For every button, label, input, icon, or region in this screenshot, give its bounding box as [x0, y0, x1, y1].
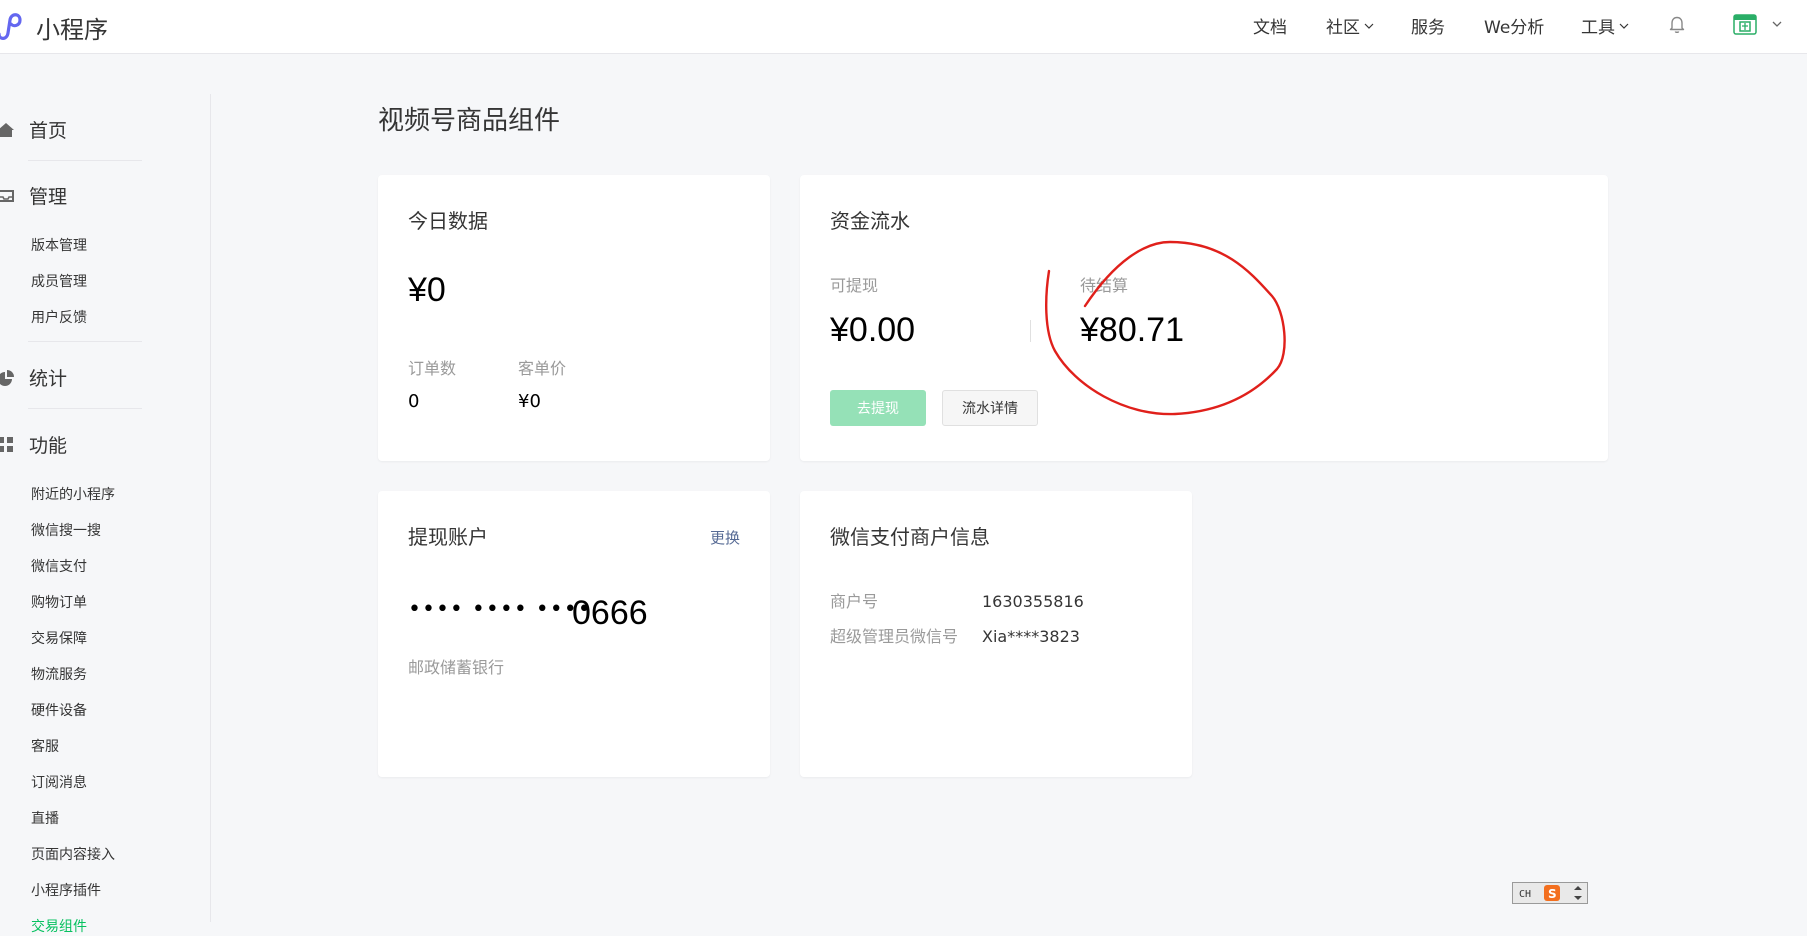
nav-tools-label: 工具 — [1581, 18, 1615, 38]
sidebar-item-wechat-pay[interactable]: 微信支付 — [31, 556, 87, 576]
sidebar-item-page-content[interactable]: 页面内容接入 — [31, 844, 115, 864]
sidebar-item-logistics[interactable]: 物流服务 — [31, 664, 87, 684]
nav-analytics[interactable]: We分析 — [1484, 13, 1544, 38]
withdrawable-value: ¥0.00 — [830, 311, 916, 349]
sidebar-section-label: 管理 — [29, 186, 68, 208]
orders-label: 订单数 — [408, 359, 457, 378]
sidebar: 首页 管理 版本管理 成员管理 用户反馈 统计 功能 附近的小程序 微信搜一搜 … — [0, 94, 211, 935]
sidebar-item-customer-service[interactable]: 客服 — [31, 736, 59, 756]
home-icon — [0, 122, 14, 137]
sidebar-item-hardware[interactable]: 硬件设备 — [31, 700, 87, 720]
sidebar-item-version[interactable]: 版本管理 — [31, 235, 87, 255]
inbox-icon — [0, 189, 14, 202]
change-account-link[interactable]: 更换 — [710, 527, 740, 548]
nav-tools[interactable]: 工具 — [1581, 13, 1629, 38]
sidebar-item-subscription[interactable]: 订阅消息 — [31, 772, 87, 792]
nav-community-label: 社区 — [1326, 18, 1360, 38]
sidebar-section-label: 功能 — [29, 435, 68, 457]
sidebar-item-stats[interactable]: 统计 — [0, 364, 67, 391]
bell-icon[interactable] — [1666, 13, 1688, 35]
sidebar-item-label: 统计 — [29, 368, 68, 390]
nav-community[interactable]: 社区 — [1326, 13, 1374, 38]
card-title: 今日数据 — [408, 209, 488, 233]
sidebar-item-members[interactable]: 成员管理 — [31, 271, 87, 291]
nav-analytics-label: We分析 — [1484, 18, 1545, 38]
merchant-no-value: 1630355816 — [982, 592, 1084, 611]
pie-chart-icon — [0, 369, 14, 386]
masked-card-dots: •••• •••• •••• — [408, 597, 592, 622]
sidebar-item-plugins[interactable]: 小程序插件 — [31, 880, 101, 900]
orders-value: 0 — [408, 391, 420, 412]
chevron-down-icon[interactable] — [1771, 18, 1783, 30]
admin-wechat-row: 超级管理员微信号 Xia****3823 — [830, 623, 1080, 647]
avatar[interactable] — [1733, 12, 1757, 36]
card-title: 资金流水 — [830, 209, 910, 233]
sidebar-item-search[interactable]: 微信搜一搜 — [31, 520, 101, 540]
grid-icon — [0, 436, 13, 452]
nav-docs[interactable]: 文档 — [1253, 13, 1287, 38]
today-data-card: 今日数据 ¥0 订单数 0 客单价 ¥0 — [378, 175, 770, 461]
sidebar-item-trade-component[interactable]: 交易组件 — [31, 916, 87, 936]
withdraw-account-card: 提现账户 更换 •••• •••• •••• 0666 邮政储蓄银行 — [378, 491, 770, 777]
ime-logo-text: S — [1548, 887, 1557, 901]
chevron-down-icon — [1364, 23, 1374, 29]
today-amount: ¥0 — [408, 271, 446, 309]
sidebar-item-trade-guarantee[interactable]: 交易保障 — [31, 628, 87, 648]
sidebar-item-home[interactable]: 首页 — [0, 116, 67, 143]
flow-details-button[interactable]: 流水详情 — [942, 390, 1038, 426]
nav-service-label: 服务 — [1411, 18, 1445, 38]
avg-price-label: 客单价 — [518, 359, 567, 378]
withdraw-button[interactable]: 去提现 — [830, 390, 926, 426]
merchant-no-label: 商户号 — [830, 592, 879, 611]
sidebar-item-live[interactable]: 直播 — [31, 808, 59, 828]
ime-status-bar[interactable]: CH S — [1512, 882, 1588, 904]
bank-name: 邮政储蓄银行 — [408, 658, 505, 677]
sidebar-item-feedback[interactable]: 用户反馈 — [31, 307, 87, 327]
pending-value: ¥80.71 — [1080, 311, 1184, 349]
admin-wechat-label: 超级管理员微信号 — [830, 627, 959, 646]
funds-flow-card: 资金流水 可提现 ¥0.00 待结算 ¥80.71 去提现 流水详情 — [800, 175, 1608, 461]
merchant-no-row: 商户号 1630355816 — [830, 588, 1084, 612]
admin-wechat-value: Xia****3823 — [982, 627, 1080, 646]
sidebar-item-label: 首页 — [29, 120, 68, 142]
avg-price-value: ¥0 — [518, 391, 541, 412]
nav-service[interactable]: 服务 — [1411, 13, 1445, 38]
top-header: 小程序 文档 社区 服务 We分析 工具 — [0, 0, 1807, 54]
divider — [28, 160, 142, 161]
pending-label: 待结算 — [1080, 276, 1129, 295]
divider — [1030, 320, 1031, 342]
card-last-digits: 0666 — [572, 594, 648, 632]
card-title: 提现账户 — [408, 525, 488, 549]
sidebar-section-manage[interactable]: 管理 — [0, 182, 67, 209]
merchant-info-card: 微信支付商户信息 商户号 1630355816 超级管理员微信号 Xia****38… — [800, 491, 1192, 777]
card-title: 微信支付商户信息 — [830, 525, 990, 549]
sidebar-section-features[interactable]: 功能 — [0, 431, 67, 458]
mini-program-logo-icon[interactable] — [0, 8, 30, 42]
page-title: 视频号商品组件 — [378, 106, 561, 136]
chevron-down-icon — [1619, 23, 1629, 29]
ime-mode-text: CH — [1519, 889, 1531, 900]
withdrawable-label: 可提现 — [830, 276, 879, 295]
divider — [28, 341, 142, 342]
nav-docs-label: 文档 — [1253, 18, 1287, 38]
sidebar-item-nearby[interactable]: 附近的小程序 — [31, 484, 115, 504]
logo-text[interactable]: 小程序 — [36, 10, 108, 45]
sidebar-item-orders[interactable]: 购物订单 — [31, 592, 87, 612]
divider — [28, 408, 142, 409]
